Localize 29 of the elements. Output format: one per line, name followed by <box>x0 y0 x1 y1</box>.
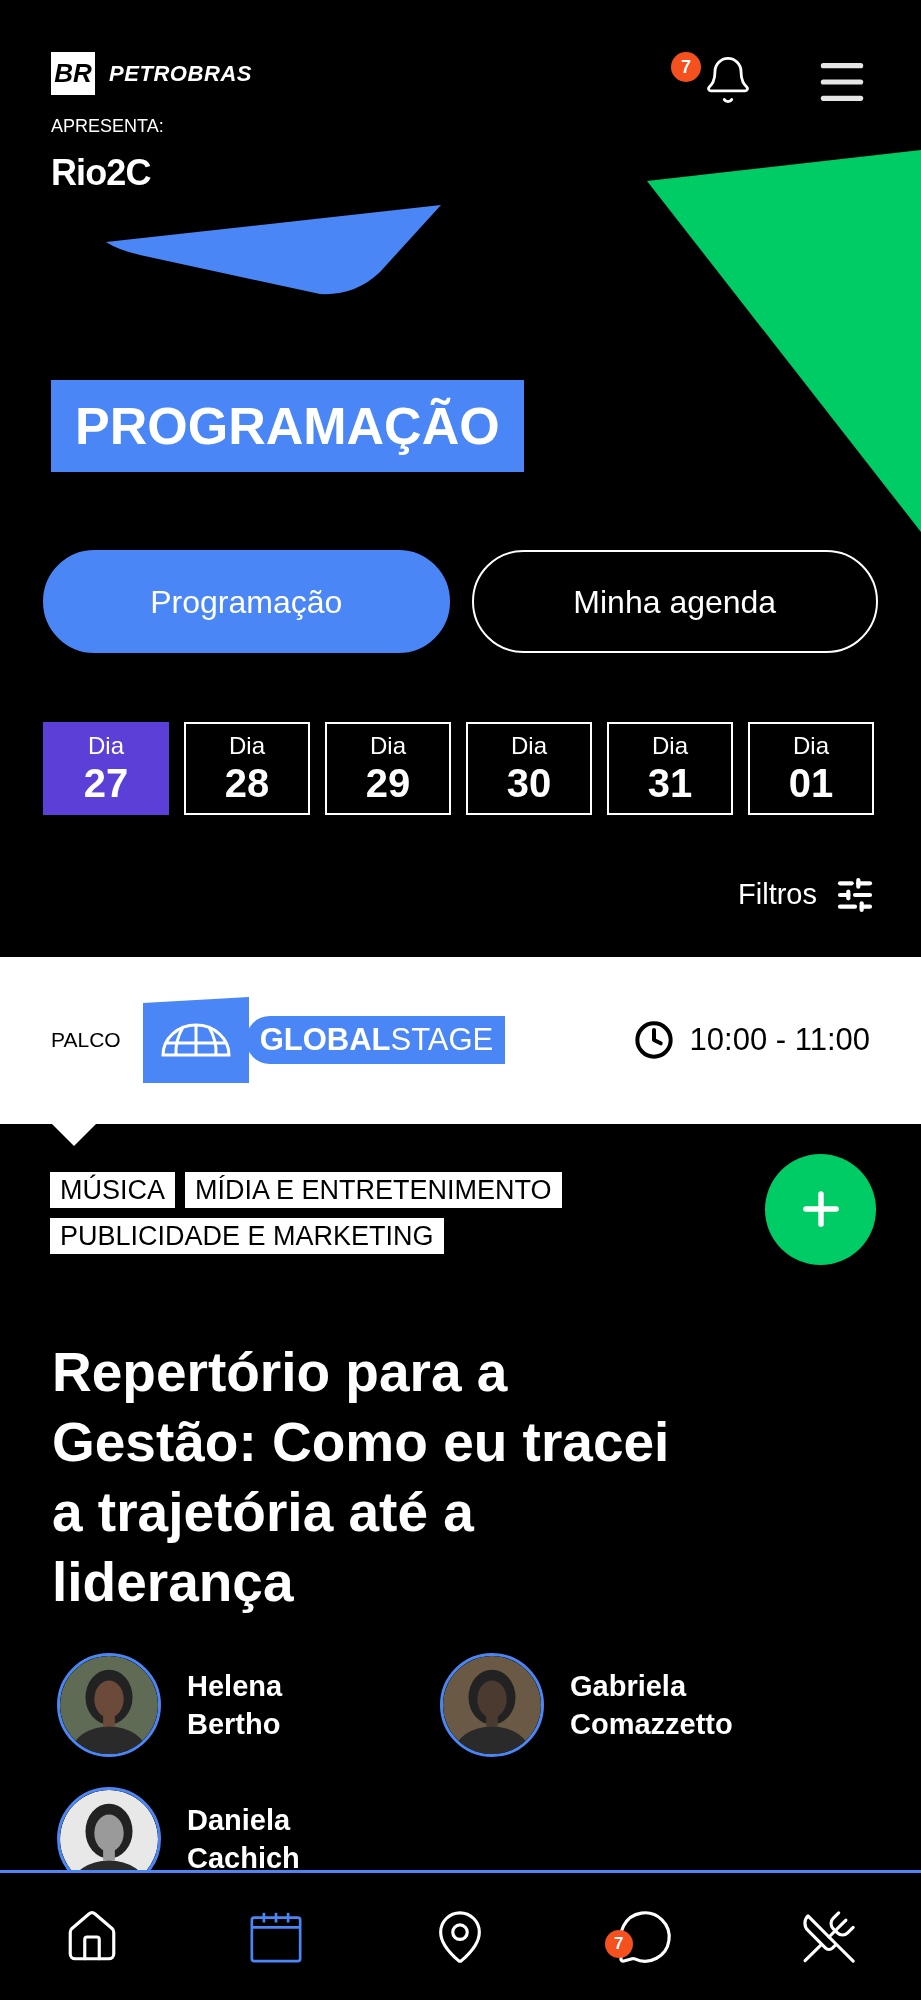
clock-icon <box>633 1020 674 1060</box>
presents-label: APRESENTA: <box>51 115 165 138</box>
speaker-name: Daniela <box>187 1802 292 1838</box>
speaker-surname: Comazzetto <box>570 1706 733 1742</box>
notification-badge: 7 <box>604 1929 633 1958</box>
tag: PUBLICIDADE E MARKETING <box>50 1217 444 1254</box>
day-tab[interactable]: Dia 31 <box>607 722 733 815</box>
speaker-surname: Cachich <box>187 1840 300 1870</box>
filters-button[interactable]: Filtros <box>738 873 875 917</box>
page-title: PROGRAMAÇÃO <box>51 380 524 472</box>
day-tab[interactable]: Dia 28 <box>184 722 310 815</box>
globe-icon <box>142 997 249 1083</box>
speaker-name: Gabriela <box>570 1668 688 1704</box>
tag: MÍDIA E ENTRETENIMENTO <box>185 1171 562 1208</box>
event-logo: Rio2C <box>51 151 152 195</box>
speaker-name: Helena <box>187 1668 283 1704</box>
tab[interactable]: Minha agenda <box>471 550 878 653</box>
notification-badge: 7 <box>671 52 701 82</box>
brand-mark: BR <box>51 52 95 95</box>
stage-label: PALCO <box>51 1027 121 1054</box>
day-tab[interactable]: Dia 29 <box>325 722 451 815</box>
session-title: Repertório para a Gestão: Como eu tracei a trajetória até a liderança <box>51 1339 671 1615</box>
session-time: 10:00 - 11:00 <box>689 1020 870 1059</box>
day-tab[interactable]: Dia 01 <box>748 722 874 815</box>
brand-name: PETROBRAS <box>109 60 253 88</box>
day-tab[interactable]: Dia 27 <box>43 722 169 815</box>
tag: MÚSICA <box>50 1171 175 1208</box>
day-tab[interactable]: Dia 30 <box>466 722 592 815</box>
speaker-surname: Bertho <box>187 1706 282 1742</box>
